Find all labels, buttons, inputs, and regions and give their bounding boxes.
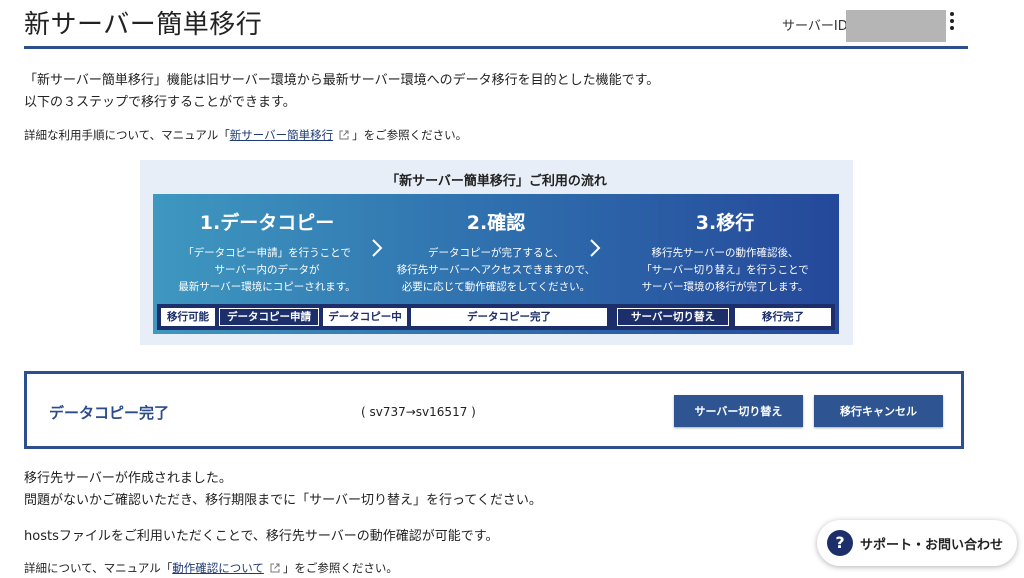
- more-options-icon[interactable]: [946, 10, 958, 34]
- chevron-right-icon: [590, 239, 601, 257]
- step-desc-line: 「データコピー申請」を行うことで: [183, 247, 351, 259]
- support-button[interactable]: ? サポート・お問い合わせ: [817, 520, 1017, 566]
- status-title: データコピー完了: [49, 404, 170, 422]
- progress-stage-migration-complete: 移行完了: [735, 308, 831, 326]
- step-desc-line: サーバー内のデータが: [214, 264, 320, 276]
- intro-line-2: 以下の３ステップで移行することができます。: [24, 95, 296, 110]
- step-desc-line: 移行先サーバーへアクセスできますので、: [396, 264, 596, 276]
- external-link-icon: [339, 130, 349, 140]
- flow-steps-band: 1.データコピー 「データコピー申請」を行うことで サーバー内のデータが 最新サ…: [153, 194, 839, 334]
- progress-stage-available: 移行可能: [161, 308, 215, 326]
- detail-suffix: 」をご参照ください。: [282, 561, 398, 575]
- step-title: 2.確認: [466, 212, 526, 234]
- manual-suffix: 」をご参照ください。: [352, 128, 468, 142]
- status-servers: ( sv737→sv16517 ): [361, 405, 476, 419]
- step-desc-line: データコピーが完了すると、: [427, 247, 565, 259]
- page-title: 新サーバー簡単移行: [24, 10, 263, 40]
- intro-line-1: 「新サーバー簡単移行」機能は旧サーバー環境から最新サーバー環境へのデータ移行を目…: [24, 73, 660, 88]
- step-description: 移行先サーバーの動作確認後、 「サーバー切り替え」を行うことで サーバー環境の移…: [611, 245, 839, 296]
- manual-link[interactable]: 新サーバー簡単移行: [230, 128, 333, 142]
- step-2: 2.確認 データコピーが完了すると、 移行先サーバーへアクセスできますので、 必…: [382, 208, 610, 296]
- progress-stage-copying: データコピー中: [323, 308, 407, 326]
- post-copy-line-2: 問題がないかご確認いただき、移行期限までに「サーバー切り替え」を行ってください。: [24, 493, 542, 508]
- server-id-value: [846, 10, 946, 42]
- step-desc-line: 必要に応じて動作確認をしてください。: [401, 281, 591, 293]
- migration-cancel-button[interactable]: 移行キャンセル: [814, 395, 943, 427]
- progress-stage-copy-complete: データコピー完了: [411, 308, 607, 326]
- manual-reference: 詳細な利用手順について、マニュアル「新サーバー簡単移行 」をご参照ください。: [24, 127, 467, 143]
- page-header: 新サーバー簡単移行 サーバーID: [24, 0, 968, 49]
- post-copy-message: 移行先サーバーが作成されました。 問題がないかご確認いただき、移行期限までに「サ…: [24, 468, 542, 512]
- post-copy-line-1: 移行先サーバーが作成されました。: [24, 471, 232, 486]
- support-label: サポート・お問い合わせ: [860, 538, 1004, 553]
- migration-status-card: データコピー完了 ( sv737→sv16517 ) サーバー切り替え 移行キャ…: [24, 371, 964, 449]
- step-3: 3.移行 移行先サーバーの動作確認後、 「サーバー切り替え」を行うことで サーバ…: [611, 208, 839, 296]
- server-switch-button[interactable]: サーバー切り替え: [674, 395, 803, 427]
- detail-prefix: 詳細について、マニュアル「: [24, 561, 173, 575]
- step-description: 「データコピー申請」を行うことで サーバー内のデータが 最新サーバー環境にコピー…: [153, 245, 381, 296]
- flow-title: 「新サーバー簡単移行」ご利用の流れ: [386, 174, 607, 189]
- step-1: 1.データコピー 「データコピー申請」を行うことで サーバー内のデータが 最新サ…: [153, 208, 381, 296]
- step-title: 1.データコピー: [199, 212, 335, 234]
- intro-text: 「新サーバー簡単移行」機能は旧サーバー環境から最新サーバー環境へのデータ移行を目…: [24, 70, 659, 114]
- flow-diagram: 「新サーバー簡単移行」ご利用の流れ 1.データコピー 「データコピー申請」を行う…: [140, 160, 853, 345]
- step-title: 3.移行: [695, 212, 755, 234]
- hosts-file-note: hostsファイルをご利用いただくことで、移行先サーバーの動作確認が可能です。: [24, 529, 499, 544]
- detail-reference: 詳細について、マニュアル「動作確認について 」をご参照ください。: [24, 560, 398, 576]
- progress-stage-copy-request: データコピー申請: [219, 308, 319, 326]
- step-desc-line: 「サーバー切り替え」を行うことで: [641, 264, 809, 276]
- step-desc-line: サーバー環境の移行が完了します。: [641, 281, 809, 293]
- step-desc-line: 移行先サーバーの動作確認後、: [651, 247, 799, 259]
- operation-check-link[interactable]: 動作確認について: [172, 561, 264, 575]
- server-id-label: サーバーID: [782, 19, 848, 34]
- progress-bar: 移行可能 データコピー申請 データコピー中 データコピー完了 サーバー切り替え …: [157, 304, 835, 330]
- step-description: データコピーが完了すると、 移行先サーバーへアクセスできますので、 必要に応じて…: [382, 245, 610, 296]
- progress-stage-server-switch: サーバー切り替え: [617, 308, 729, 326]
- external-link-icon: [270, 563, 280, 573]
- help-icon: ?: [827, 530, 853, 556]
- step-desc-line: 最新サーバー環境にコピーされます。: [178, 281, 356, 293]
- manual-prefix: 詳細な利用手順について、マニュアル「: [24, 128, 230, 142]
